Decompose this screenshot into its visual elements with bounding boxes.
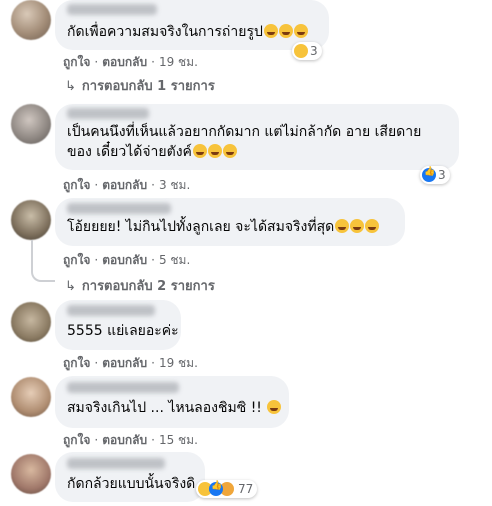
replies-count-label: การตอบกลับ 1 รายการ	[81, 79, 215, 94]
like-link[interactable]: ถูกใจ	[63, 178, 90, 192]
reply-arrow-icon: ↳	[65, 279, 76, 294]
commenter-name-blurred[interactable]	[67, 108, 149, 119]
thread-connector	[31, 266, 55, 282]
reaction-count: 3	[438, 168, 446, 182]
reaction-summary[interactable]: 3	[292, 42, 322, 60]
thread-line	[31, 240, 33, 268]
commenter-name-blurred[interactable]	[67, 458, 165, 469]
timestamp[interactable]: 5 ชม.	[159, 253, 190, 267]
haha-reaction-icon	[294, 44, 308, 58]
commenter-name-blurred[interactable]	[67, 305, 155, 316]
grinning-emoji-icon	[192, 144, 207, 158]
reaction-summary[interactable]: 3	[420, 166, 450, 184]
timestamp[interactable]: 3 ชม.	[159, 178, 190, 192]
commenter-name-blurred[interactable]	[67, 4, 157, 15]
comment-text: กัดกล้วยแบบนั้นจริงดิ	[67, 476, 196, 492]
like-reaction-icon	[209, 481, 223, 496]
reply-link[interactable]: ตอบกลับ	[102, 178, 147, 192]
like-link[interactable]: ถูกใจ	[63, 433, 90, 447]
comment-bubble: เป็นคนนึงที่เห็นแล้วอยากกัดมาก แต่ไม่กล้…	[55, 104, 459, 170]
smirking-emoji-icon	[267, 400, 282, 414]
avatar[interactable]	[11, 200, 51, 240]
comment-bubble: โอ้ยยยย! ไม่กินไปทั้งลูกเลย จะได้สมจริงท…	[55, 198, 405, 246]
laughing-emoji-icon	[293, 24, 308, 38]
avatar[interactable]	[11, 302, 51, 342]
reaction-count: 3	[310, 44, 318, 58]
avatar[interactable]	[11, 454, 51, 494]
comment-text-line-2: ของ เดี๋ยวได้จ่ายตังค์	[67, 144, 192, 160]
comment-text: 5555 แย่เลยอะค่ะ	[67, 323, 179, 339]
reaction-count: 77	[238, 482, 254, 496]
reaction-summary[interactable]: 77	[196, 480, 258, 498]
comment-actions: ถูกใจ · ตอบกลับ · 19 ชม.	[63, 356, 198, 370]
comment-bubble: สมจริงเกินไป ... ไหนลองชิมซิ !!	[55, 376, 289, 428]
comment-text: โอ้ยยยย! ไม่กินไปทั้งลูกเลย จะได้สมจริงท…	[67, 219, 335, 235]
reply-link[interactable]: ตอบกลับ	[102, 433, 147, 447]
reply-link[interactable]: ตอบกลับ	[102, 356, 147, 370]
timestamp[interactable]: 15 ชม.	[159, 433, 198, 447]
like-link[interactable]: ถูกใจ	[63, 55, 90, 69]
commenter-name-blurred[interactable]	[67, 203, 171, 214]
comment-bubble: กัดเพื่อความสมจริงในการถ่ายรูป	[55, 0, 329, 50]
reply-arrow-icon: ↳	[65, 79, 76, 94]
grinning-emoji-icon	[222, 144, 237, 158]
timestamp[interactable]: 19 ชม.	[159, 356, 198, 370]
rofl-emoji-icon	[350, 219, 365, 233]
like-link[interactable]: ถูกใจ	[63, 356, 90, 370]
commenter-name-blurred[interactable]	[67, 382, 179, 393]
reply-link[interactable]: ตอบกลับ	[102, 55, 147, 69]
laughing-emoji-icon	[278, 24, 293, 38]
comment-actions: ถูกใจ · ตอบกลับ · 3 ชม.	[63, 178, 191, 192]
avatar[interactable]	[11, 377, 51, 417]
like-link[interactable]: ถูกใจ	[63, 253, 90, 267]
rofl-emoji-icon	[335, 219, 350, 233]
comment-bubble: 5555 แย่เลยอะค่ะ	[55, 300, 181, 350]
reply-link[interactable]: ตอบกลับ	[102, 253, 147, 267]
view-replies-link[interactable]: ↳ การตอบกลับ 2 รายการ	[65, 275, 215, 296]
comment-text: สมจริงเกินไป ... ไหนลองชิมซิ !!	[67, 400, 262, 416]
grinning-emoji-icon	[207, 144, 222, 158]
comment-actions: ถูกใจ · ตอบกลับ · 19 ชม.	[63, 55, 198, 69]
comment-text-line-1: เป็นคนนึงที่เห็นแล้วอยากกัดมาก แต่ไม่กล้…	[67, 124, 422, 140]
timestamp[interactable]: 19 ชม.	[159, 55, 198, 69]
comment-actions: ถูกใจ · ตอบกลับ · 15 ชม.	[63, 433, 198, 447]
replies-count-label: การตอบกลับ 2 รายการ	[81, 279, 215, 294]
comment-text: กัดเพื่อความสมจริงในการถ่ายรูป	[67, 24, 263, 40]
avatar[interactable]	[11, 104, 51, 144]
laughing-emoji-icon	[263, 24, 278, 38]
view-replies-link[interactable]: ↳ การตอบกลับ 1 รายการ	[65, 75, 215, 96]
comment-bubble: กัดกล้วยแบบนั้นจริงดิ	[55, 452, 205, 502]
comment-actions: ถูกใจ · ตอบกลับ · 5 ชม.	[63, 253, 191, 267]
avatar[interactable]	[11, 0, 51, 40]
rofl-emoji-icon	[365, 219, 380, 233]
like-reaction-icon	[422, 167, 436, 182]
